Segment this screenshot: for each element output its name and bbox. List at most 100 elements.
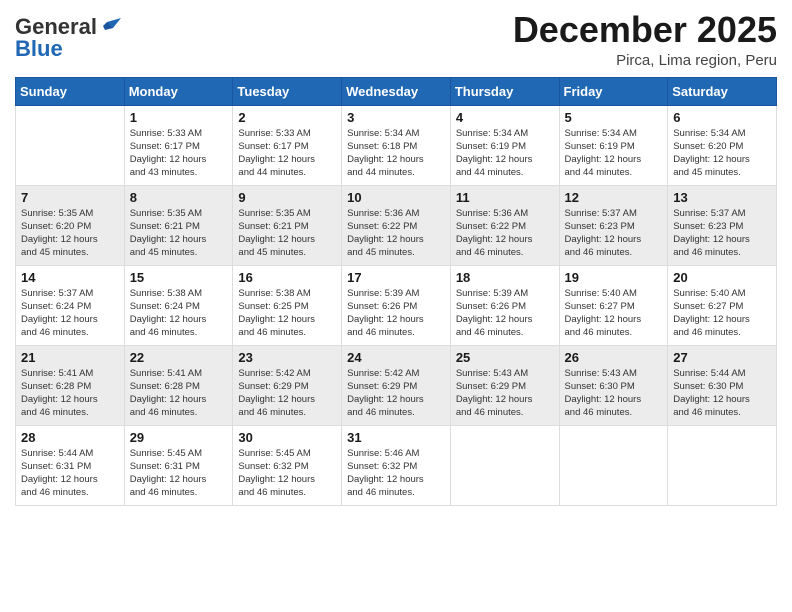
- day-info: Sunrise: 5:41 AMSunset: 6:28 PMDaylight:…: [130, 367, 228, 420]
- calendar-cell: 1Sunrise: 5:33 AMSunset: 6:17 PMDaylight…: [124, 105, 233, 185]
- calendar-cell: 5Sunrise: 5:34 AMSunset: 6:19 PMDaylight…: [559, 105, 668, 185]
- calendar-cell: 31 Sunrise: 5:46 AMSunset: 6:32 PMDayligh…: [342, 425, 451, 505]
- calendar-cell: 30 Sunrise: 5:45 AMSunset: 6:32 PMDayligh…: [233, 425, 342, 505]
- page-header: General Blue December 2025 Pirca, Lima r…: [15, 10, 777, 69]
- day-number: 7: [21, 190, 119, 205]
- calendar-cell: 4 Sunrise: 5:34 AMSunset: 6:19 PMDaylight…: [450, 105, 559, 185]
- calendar-cell: 20 Sunrise: 5:40 AMSunset: 6:27 PMDayligh…: [668, 265, 777, 345]
- day-info: Sunrise: 5:34 AMSunset: 6:18 PMDaylight:…: [347, 127, 445, 180]
- calendar-cell: 24Sunrise: 5:42 AMSunset: 6:29 PMDayligh…: [342, 345, 451, 425]
- day-info: Sunrise: 5:37 AMSunset: 6:23 PMDaylight:…: [673, 207, 771, 260]
- day-number: 24: [347, 350, 445, 365]
- title-block: December 2025 Pirca, Lima region, Peru: [513, 10, 777, 69]
- calendar-cell: [450, 425, 559, 505]
- month-title: December 2025: [513, 10, 777, 50]
- day-number: 4: [456, 110, 554, 125]
- day-info: Sunrise: 5:44 AMSunset: 6:31 PMDaylight:…: [21, 447, 119, 500]
- calendar-week-row: 28 Sunrise: 5:44 AMSunset: 6:31 PMDayligh…: [16, 425, 777, 505]
- calendar-cell: 11Sunrise: 5:36 AMSunset: 6:22 PMDayligh…: [450, 185, 559, 265]
- calendar-cell: [16, 105, 125, 185]
- day-number: 12: [565, 190, 663, 205]
- header-wednesday: Wednesday: [342, 77, 451, 105]
- calendar-cell: 21 Sunrise: 5:41 AMSunset: 6:28 PMDayligh…: [16, 345, 125, 425]
- day-number: 29: [130, 430, 228, 445]
- day-info: Sunrise: 5:38 AMSunset: 6:24 PMDaylight:…: [130, 287, 228, 340]
- calendar-cell: 29 Sunrise: 5:45 AMSunset: 6:31 PMDayligh…: [124, 425, 233, 505]
- day-info: Sunrise: 5:42 AMSunset: 6:29 PMDaylight:…: [238, 367, 336, 420]
- calendar-cell: 23 Sunrise: 5:42 AMSunset: 6:29 PMDayligh…: [233, 345, 342, 425]
- day-info: Sunrise: 5:45 AMSunset: 6:32 PMDaylight:…: [238, 447, 336, 500]
- calendar-cell: [559, 425, 668, 505]
- location: Pirca, Lima region, Peru: [513, 52, 777, 69]
- calendar-week-row: 21 Sunrise: 5:41 AMSunset: 6:28 PMDayligh…: [16, 345, 777, 425]
- day-number: 18: [456, 270, 554, 285]
- day-number: 30: [238, 430, 336, 445]
- day-info: Sunrise: 5:37 AMSunset: 6:24 PMDaylight:…: [21, 287, 119, 340]
- header-saturday: Saturday: [668, 77, 777, 105]
- calendar-cell: 3Sunrise: 5:34 AMSunset: 6:18 PMDaylight…: [342, 105, 451, 185]
- day-number: 25: [456, 350, 554, 365]
- calendar-cell: 10 Sunrise: 5:36 AMSunset: 6:22 PMDayligh…: [342, 185, 451, 265]
- day-number: 31: [347, 430, 445, 445]
- calendar-cell: 12 Sunrise: 5:37 AMSunset: 6:23 PMDayligh…: [559, 185, 668, 265]
- day-info: Sunrise: 5:37 AMSunset: 6:23 PMDaylight:…: [565, 207, 663, 260]
- day-number: 10: [347, 190, 445, 205]
- logo-blue: Blue: [15, 36, 63, 62]
- day-number: 22: [130, 350, 228, 365]
- calendar-cell: 9Sunrise: 5:35 AMSunset: 6:21 PMDaylight…: [233, 185, 342, 265]
- day-number: 8: [130, 190, 228, 205]
- day-number: 26: [565, 350, 663, 365]
- calendar-cell: 27 Sunrise: 5:44 AMSunset: 6:30 PMDayligh…: [668, 345, 777, 425]
- calendar-cell: 22 Sunrise: 5:41 AMSunset: 6:28 PMDayligh…: [124, 345, 233, 425]
- day-info: Sunrise: 5:41 AMSunset: 6:28 PMDaylight:…: [21, 367, 119, 420]
- day-info: Sunrise: 5:35 AMSunset: 6:20 PMDaylight:…: [21, 207, 119, 260]
- header-monday: Monday: [124, 77, 233, 105]
- day-info: Sunrise: 5:36 AMSunset: 6:22 PMDaylight:…: [347, 207, 445, 260]
- header-sunday: Sunday: [16, 77, 125, 105]
- day-info: Sunrise: 5:44 AMSunset: 6:30 PMDaylight:…: [673, 367, 771, 420]
- day-info: Sunrise: 5:43 AMSunset: 6:29 PMDaylight:…: [456, 367, 554, 420]
- day-info: Sunrise: 5:39 AMSunset: 6:26 PMDaylight:…: [456, 287, 554, 340]
- calendar-header-row: SundayMondayTuesdayWednesdayThursdayFrid…: [16, 77, 777, 105]
- calendar-cell: 13 Sunrise: 5:37 AMSunset: 6:23 PMDayligh…: [668, 185, 777, 265]
- day-number: 2: [238, 110, 336, 125]
- day-number: 9: [238, 190, 336, 205]
- day-number: 21: [21, 350, 119, 365]
- day-number: 19: [565, 270, 663, 285]
- day-number: 23: [238, 350, 336, 365]
- day-info: Sunrise: 5:45 AMSunset: 6:31 PMDaylight:…: [130, 447, 228, 500]
- day-info: Sunrise: 5:40 AMSunset: 6:27 PMDaylight:…: [565, 287, 663, 340]
- day-info: Sunrise: 5:38 AMSunset: 6:25 PMDaylight:…: [238, 287, 336, 340]
- calendar-cell: 15 Sunrise: 5:38 AMSunset: 6:24 PMDayligh…: [124, 265, 233, 345]
- calendar-week-row: 14 Sunrise: 5:37 AMSunset: 6:24 PMDayligh…: [16, 265, 777, 345]
- day-number: 1: [130, 110, 228, 125]
- calendar-cell: 8 Sunrise: 5:35 AMSunset: 6:21 PMDaylight…: [124, 185, 233, 265]
- day-number: 13: [673, 190, 771, 205]
- day-info: Sunrise: 5:33 AMSunset: 6:17 PMDaylight:…: [238, 127, 336, 180]
- calendar-week-row: 7 Sunrise: 5:35 AMSunset: 6:20 PMDaylight…: [16, 185, 777, 265]
- day-info: Sunrise: 5:40 AMSunset: 6:27 PMDaylight:…: [673, 287, 771, 340]
- calendar-cell: 7 Sunrise: 5:35 AMSunset: 6:20 PMDaylight…: [16, 185, 125, 265]
- day-number: 20: [673, 270, 771, 285]
- header-friday: Friday: [559, 77, 668, 105]
- calendar-cell: 6Sunrise: 5:34 AMSunset: 6:20 PMDaylight…: [668, 105, 777, 185]
- calendar-cell: 25 Sunrise: 5:43 AMSunset: 6:29 PMDayligh…: [450, 345, 559, 425]
- day-info: Sunrise: 5:35 AMSunset: 6:21 PMDaylight:…: [130, 207, 228, 260]
- calendar-cell: 19 Sunrise: 5:40 AMSunset: 6:27 PMDayligh…: [559, 265, 668, 345]
- day-number: 14: [21, 270, 119, 285]
- header-thursday: Thursday: [450, 77, 559, 105]
- calendar-table: SundayMondayTuesdayWednesdayThursdayFrid…: [15, 77, 777, 506]
- day-info: Sunrise: 5:46 AMSunset: 6:32 PMDaylight:…: [347, 447, 445, 500]
- day-number: 28: [21, 430, 119, 445]
- day-number: 11: [456, 190, 554, 205]
- day-number: 15: [130, 270, 228, 285]
- day-number: 16: [238, 270, 336, 285]
- calendar-cell: 16 Sunrise: 5:38 AMSunset: 6:25 PMDayligh…: [233, 265, 342, 345]
- day-info: Sunrise: 5:34 AMSunset: 6:19 PMDaylight:…: [456, 127, 554, 180]
- logo-bird-icon: [99, 16, 121, 38]
- calendar-cell: 2 Sunrise: 5:33 AMSunset: 6:17 PMDaylight…: [233, 105, 342, 185]
- calendar-cell: 18 Sunrise: 5:39 AMSunset: 6:26 PMDayligh…: [450, 265, 559, 345]
- calendar-cell: 17Sunrise: 5:39 AMSunset: 6:26 PMDayligh…: [342, 265, 451, 345]
- day-number: 27: [673, 350, 771, 365]
- day-number: 5: [565, 110, 663, 125]
